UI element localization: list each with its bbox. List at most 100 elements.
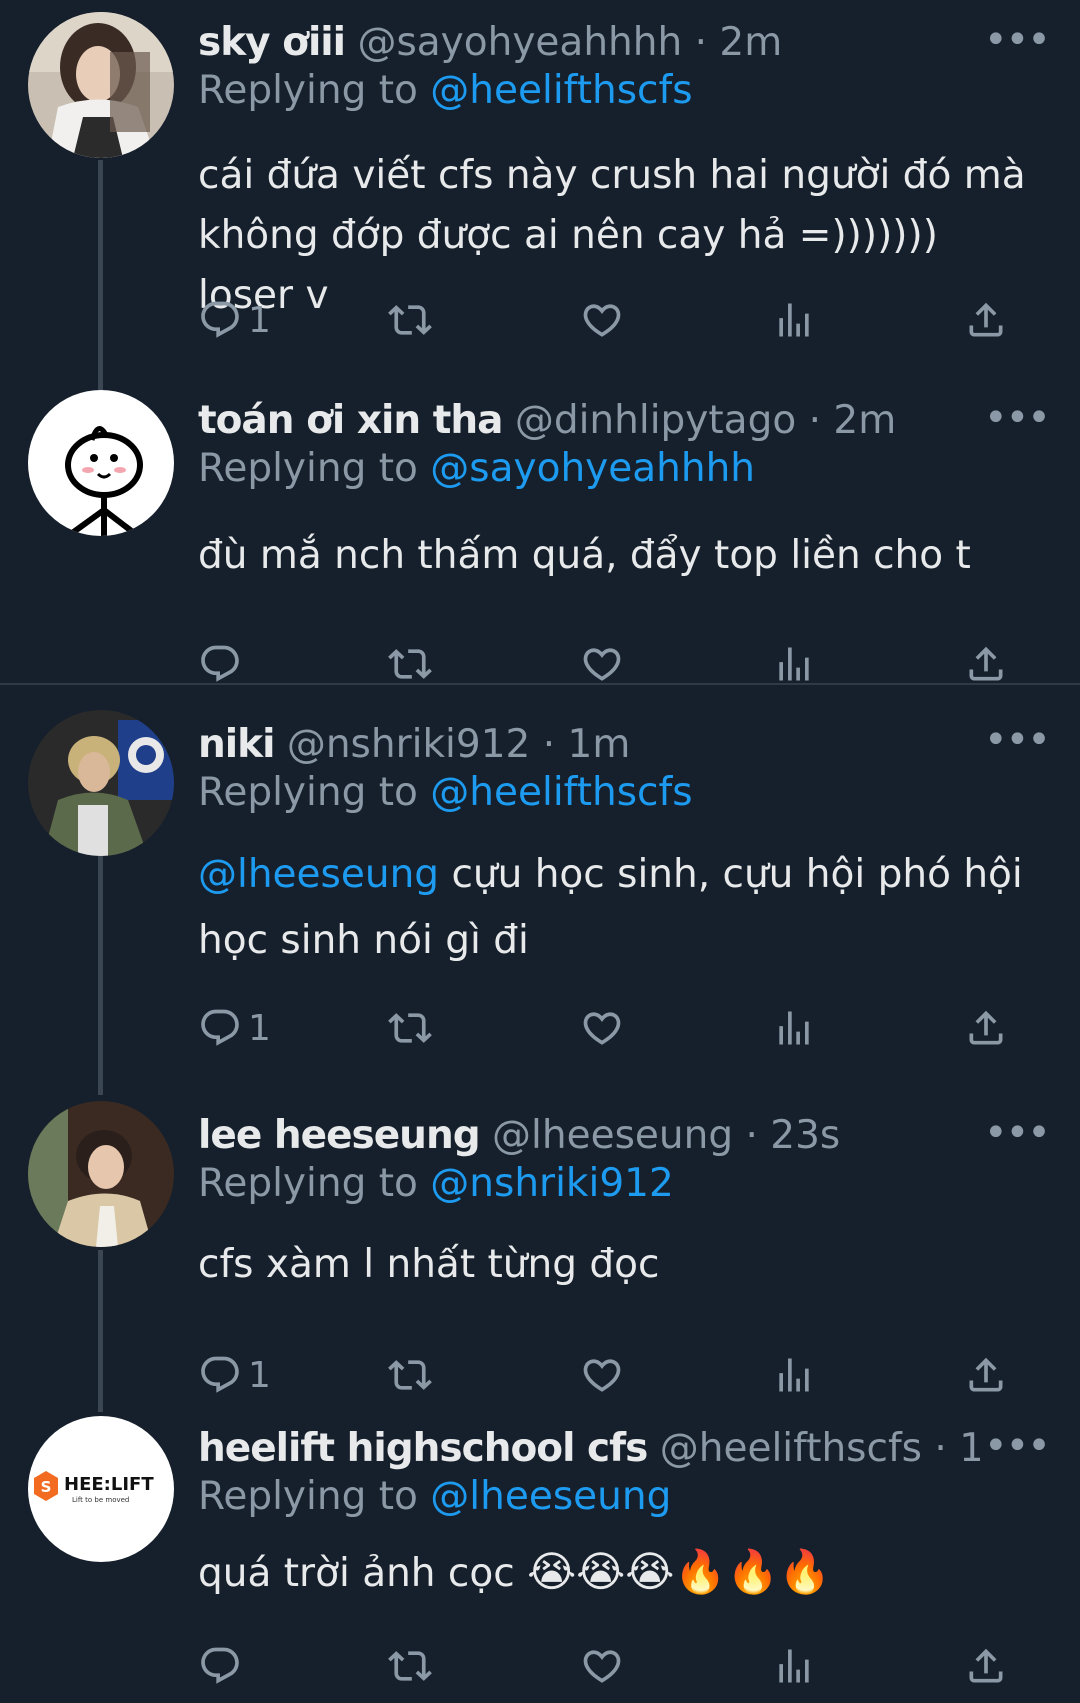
like-button[interactable] bbox=[580, 292, 624, 348]
action-bar: 1 bbox=[198, 1347, 1018, 1403]
share-icon bbox=[964, 298, 1008, 342]
avatar[interactable] bbox=[28, 12, 174, 158]
replying-mention[interactable]: @lheeseung bbox=[430, 1474, 671, 1519]
separator-dot: · bbox=[808, 398, 821, 443]
share-icon bbox=[964, 1353, 1008, 1397]
timestamp[interactable]: 1m bbox=[568, 722, 631, 767]
retweet-button[interactable] bbox=[388, 1347, 432, 1403]
display-name[interactable]: sky ơiii bbox=[198, 20, 346, 65]
views-button[interactable] bbox=[772, 1347, 816, 1403]
replying-to: Replying to @heelifthscfs bbox=[198, 66, 693, 116]
tweet-text: @lheeseung cựu học sinh, cựu hội phó hội… bbox=[198, 842, 1040, 974]
reply-button[interactable] bbox=[198, 1638, 248, 1694]
tweet-text-line: đù mắ nch thấm quá, đẩy top liền cho t bbox=[198, 533, 971, 578]
replying-label: Replying to bbox=[198, 1474, 431, 1519]
replying-mention[interactable]: @nshriki912 bbox=[430, 1161, 673, 1206]
tweet[interactable]: S HEE:LIFT Lift to be moved heelift high… bbox=[0, 1412, 1080, 1703]
views-button[interactable] bbox=[772, 1638, 816, 1694]
display-name[interactable]: heelift highschool cfs bbox=[198, 1426, 648, 1471]
reply-button[interactable]: 1 bbox=[198, 1347, 271, 1403]
like-button[interactable] bbox=[580, 1638, 624, 1694]
display-name[interactable]: lee heeseung bbox=[198, 1113, 481, 1158]
user-handle[interactable]: @dinhlipytago bbox=[515, 398, 796, 443]
like-icon bbox=[580, 1353, 624, 1397]
replying-to: Replying to @sayohyeahhhh bbox=[198, 444, 755, 494]
action-bar: 1 bbox=[198, 1000, 1018, 1056]
tweet-text-line: @lheeseung cựu học sinh, cựu hội phó hội bbox=[198, 842, 1040, 908]
share-icon bbox=[964, 1644, 1008, 1688]
reply-count: 1 bbox=[248, 1007, 271, 1049]
replying-label: Replying to bbox=[198, 446, 431, 491]
action-bar: 1 bbox=[198, 292, 1018, 348]
user-handle[interactable]: @heelifthscfs bbox=[660, 1426, 922, 1471]
reply-count: 1 bbox=[248, 1354, 271, 1396]
more-icon[interactable]: ••• bbox=[984, 398, 1051, 438]
share-icon bbox=[964, 642, 1008, 686]
tweet[interactable]: lee heeseung @lheeseung · 23s ••• Replyi… bbox=[0, 1095, 1080, 1396]
tweet[interactable]: sky ơiii @sayohyeahhhh · 2m ••• Replying… bbox=[0, 0, 1080, 360]
separator-dot: · bbox=[934, 1426, 947, 1471]
avatar[interactable] bbox=[28, 1101, 174, 1247]
reply-button[interactable]: 1 bbox=[198, 1000, 271, 1056]
views-button[interactable] bbox=[772, 1000, 816, 1056]
replying-to: Replying to @heelifthscfs bbox=[198, 768, 693, 818]
retweet-button[interactable] bbox=[388, 1638, 432, 1694]
retweet-icon bbox=[388, 298, 432, 342]
reply-icon bbox=[198, 298, 242, 342]
separator-dot: · bbox=[542, 722, 556, 767]
replying-mention[interactable]: @heelifthscfs bbox=[430, 68, 692, 113]
display-name[interactable]: toán ơi xin tha bbox=[198, 398, 503, 443]
timestamp[interactable]: 2m bbox=[833, 398, 896, 443]
avatar[interactable] bbox=[28, 390, 174, 536]
share-button[interactable] bbox=[964, 1638, 1008, 1694]
tweet-text-fragment: cựu học sinh, cựu hội phó hội bbox=[439, 852, 1023, 897]
share-button[interactable] bbox=[964, 1000, 1008, 1056]
tweet-header: lee heeseung @lheeseung · 23s bbox=[198, 1111, 970, 1161]
tweet-text: đù mắ nch thấm quá, đẩy top liền cho t bbox=[198, 526, 1040, 586]
views-icon bbox=[772, 1644, 816, 1688]
views-button[interactable] bbox=[772, 292, 816, 348]
tweet[interactable]: niki @nshriki912 · 1m ••• Replying to @h… bbox=[0, 700, 1080, 1090]
tweet[interactable]: toán ơi xin tha @dinhlipytago · 2m ••• R… bbox=[0, 380, 1080, 680]
user-handle[interactable]: @sayohyeahhhh bbox=[357, 20, 682, 65]
separator-dot: · bbox=[745, 1113, 758, 1158]
reply-icon bbox=[198, 1353, 242, 1397]
retweet-icon bbox=[388, 642, 432, 686]
retweet-button[interactable] bbox=[388, 292, 432, 348]
separator-dot: · bbox=[694, 20, 708, 65]
tweet-header: heelift highschool cfs @heelifthscfs · 1… bbox=[198, 1424, 980, 1474]
views-icon bbox=[772, 642, 816, 686]
replying-mention[interactable]: @sayohyeahhhh bbox=[430, 446, 755, 491]
more-icon[interactable]: ••• bbox=[984, 1113, 1051, 1153]
timestamp[interactable]: 2m bbox=[719, 20, 782, 65]
avatar[interactable] bbox=[28, 710, 174, 856]
reply-button[interactable]: 1 bbox=[198, 292, 271, 348]
replying-to: Replying to @nshriki912 bbox=[198, 1159, 674, 1209]
more-icon[interactable]: ••• bbox=[984, 720, 1051, 760]
reply-icon bbox=[198, 1644, 242, 1688]
user-handle[interactable]: @nshriki912 bbox=[287, 722, 530, 767]
like-icon bbox=[580, 1644, 624, 1688]
retweet-button[interactable] bbox=[388, 1000, 432, 1056]
display-name[interactable]: niki bbox=[198, 722, 275, 767]
divider bbox=[0, 683, 1080, 685]
like-button[interactable] bbox=[580, 1347, 624, 1403]
share-button[interactable] bbox=[964, 1347, 1008, 1403]
tweet-text-line: học sinh nói gì đi bbox=[198, 918, 529, 963]
like-icon bbox=[580, 1006, 624, 1050]
more-icon[interactable]: ••• bbox=[984, 20, 1051, 60]
retweet-icon bbox=[388, 1006, 432, 1050]
logo-brand: HEE:LIFT bbox=[64, 1474, 154, 1495]
more-icon[interactable]: ••• bbox=[984, 1426, 1051, 1466]
tweet-text: quá trời ảnh cọc 😭😭😭🔥🔥🔥 bbox=[198, 1542, 1040, 1604]
avatar[interactable]: S HEE:LIFT Lift to be moved bbox=[28, 1416, 174, 1562]
share-button[interactable] bbox=[964, 292, 1008, 348]
text-mention[interactable]: @lheeseung bbox=[198, 852, 439, 897]
tweet-header: niki @nshriki912 · 1m bbox=[198, 720, 970, 770]
timestamp[interactable]: 23s bbox=[770, 1113, 840, 1158]
replying-mention[interactable]: @heelifthscfs bbox=[430, 770, 692, 815]
timestamp[interactable]: 10s bbox=[959, 1426, 980, 1471]
user-handle[interactable]: @lheeseung bbox=[492, 1113, 733, 1158]
like-button[interactable] bbox=[580, 1000, 624, 1056]
tweet-text-fragment: quá trời ảnh cọc bbox=[198, 1551, 515, 1596]
